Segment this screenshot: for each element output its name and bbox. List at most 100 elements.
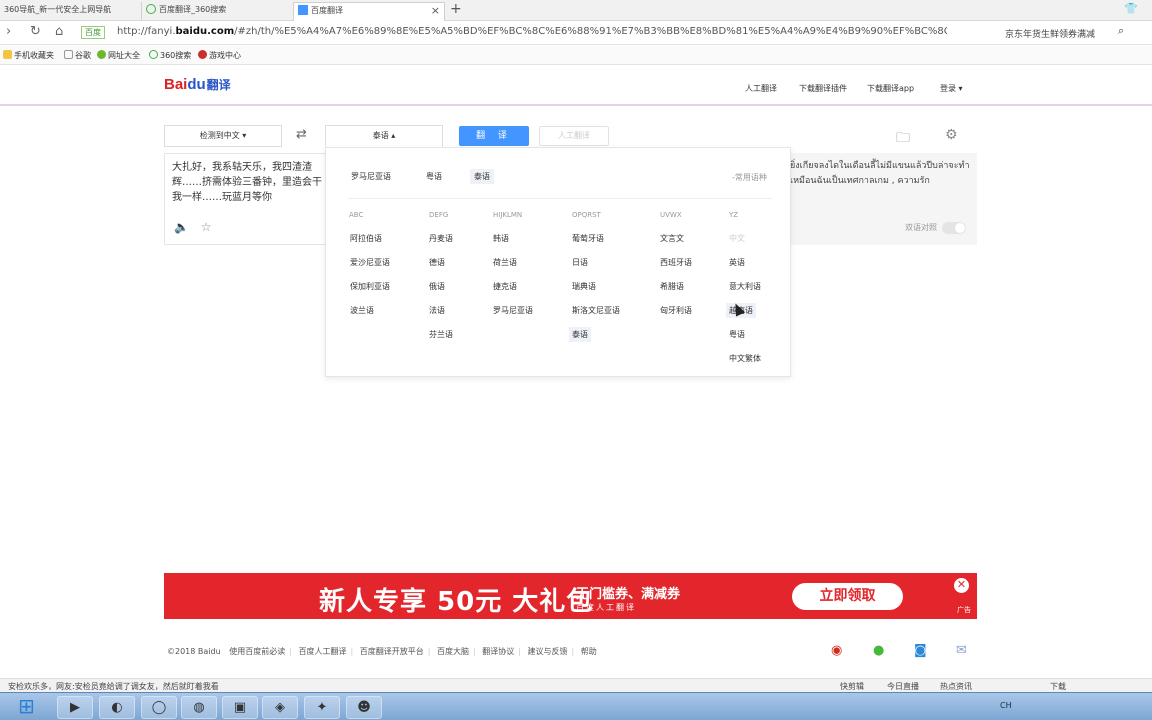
search-icon[interactable]: ⌕ xyxy=(1118,24,1124,38)
lang-bulgarian[interactable]: 保加利亚语 xyxy=(347,279,393,294)
lang-chinese: 中文 xyxy=(729,234,745,243)
app-icon[interactable]: ▣ xyxy=(222,696,258,719)
app-icon[interactable]: ◈ xyxy=(262,696,298,719)
refresh-icon[interactable]: ↻ xyxy=(30,24,41,39)
lang-cantonese[interactable]: 粤语 xyxy=(726,327,748,342)
close-banner-icon[interactable]: ✕ xyxy=(954,578,969,593)
forward-icon[interactable]: › xyxy=(6,24,11,39)
bookmark-360-search[interactable]: 360搜索 xyxy=(149,50,191,61)
settings-gear-icon[interactable]: ⚙ xyxy=(945,127,958,143)
bookmark-google[interactable]: 谷歌 xyxy=(64,50,91,61)
url-domain: baidu.com xyxy=(175,26,235,37)
tab-label: 360导航_新一代安全上网导航 xyxy=(4,5,112,14)
claim-button[interactable]: 立即领取 xyxy=(792,583,903,610)
swap-languages-icon[interactable]: ⇄ xyxy=(296,127,307,142)
lang-arabic[interactable]: 阿拉伯语 xyxy=(347,231,385,246)
lang-czech[interactable]: 捷克语 xyxy=(490,279,520,294)
app-icon[interactable]: ✦ xyxy=(304,696,340,719)
new-tab-button[interactable]: + xyxy=(450,1,462,17)
promo-banner[interactable]: 新人专享 50元 大礼包 无门槛券、满减券 百度人工翻译 立即领取 ✕ 广告 xyxy=(164,573,977,619)
source-text-input[interactable]: 大扎好，我系轱天乐，我四渣渣辉……挤需体验三番钟，里造会干我一样……玩蓝月等你 … xyxy=(164,153,334,245)
footer-link[interactable]: 使用百度前必读 xyxy=(229,647,285,656)
footer-link[interactable]: 百度人工翻译 xyxy=(298,647,346,656)
download-app-link[interactable]: 下载翻译app xyxy=(867,83,914,94)
favorites-folder-icon[interactable]: 🗀 xyxy=(896,127,910,151)
lang-slovenian[interactable]: 斯洛文尼亚语 xyxy=(569,303,623,318)
address-promo[interactable]: 京东年货生鲜领券满减 xyxy=(1005,27,1095,40)
lang-danish[interactable]: 丹麦语 xyxy=(426,231,456,246)
lang-english[interactable]: 英语 xyxy=(726,255,748,270)
lang-hungarian[interactable]: 匈牙利语 xyxy=(657,303,695,318)
app-icon[interactable]: ☻ xyxy=(346,696,382,719)
logo-du: du xyxy=(187,76,206,93)
status-live[interactable]: 今日直播 xyxy=(887,681,919,692)
tab-baidu-fanyi[interactable]: 百度翻译 × xyxy=(293,2,445,21)
source-language-select[interactable]: 检测到中文 ▾ xyxy=(164,125,282,147)
footer-link[interactable]: 翻译协议 xyxy=(482,647,514,656)
bookmark-label: 网址大全 xyxy=(108,51,140,60)
target-language-select[interactable]: 泰语 ▴ xyxy=(325,125,443,147)
footer-link[interactable]: 建议与反馈 xyxy=(527,647,567,656)
lang-greek[interactable]: 希腊语 xyxy=(657,279,687,294)
wechat-icon[interactable]: ● xyxy=(873,643,884,658)
chrome-icon[interactable]: ◍ xyxy=(181,696,217,719)
media-player-icon[interactable]: ▶ xyxy=(57,696,93,719)
weibo-icon[interactable]: ◉ xyxy=(831,643,842,658)
human-translation-link[interactable]: 人工翻译 xyxy=(745,83,777,94)
tshirt-skin-icon[interactable]: 👕 xyxy=(1124,2,1138,15)
360-browser-icon[interactable]: ◯ xyxy=(141,696,177,719)
baidu-fanyi-logo[interactable]: Baidu翻译 xyxy=(164,76,231,93)
lang-swedish[interactable]: 瑞典语 xyxy=(569,279,599,294)
tab-360-nav[interactable]: 360导航_新一代安全上网导航 xyxy=(0,2,140,21)
human-translation-button[interactable]: 人工翻译 xyxy=(539,126,609,146)
recent-lang-romanian[interactable]: 罗马尼亚语 xyxy=(347,169,395,184)
footer-link[interactable]: 百度大脑 xyxy=(437,647,469,656)
bookmark-game-center[interactable]: 游戏中心 xyxy=(198,50,241,61)
download-plugin-link[interactable]: 下载翻译插件 xyxy=(799,83,847,94)
speaker-icon[interactable]: 🔈 xyxy=(174,220,189,234)
lang-portuguese[interactable]: 葡萄牙语 xyxy=(569,231,607,246)
folder-icon xyxy=(3,50,12,59)
mail-icon[interactable]: ✉ xyxy=(956,643,967,658)
bilingual-toggle[interactable] xyxy=(942,222,966,234)
lang-korean[interactable]: 韩语 xyxy=(490,231,512,246)
windows-taskbar: ⊞ ▶ ◐ ◯ ◍ ▣ ◈ ✦ ☻ CH xyxy=(0,692,1152,720)
status-news[interactable]: 安检欢乐多，网友:安检员竟给调了调女友，然后就盯着我看 xyxy=(8,681,219,692)
bookmark-site-list[interactable]: 网址大全 xyxy=(97,50,140,61)
input-language[interactable]: CH xyxy=(1000,701,1012,710)
footer-link[interactable]: 帮助 xyxy=(581,647,597,656)
app-icon[interactable]: ◐ xyxy=(99,696,135,719)
lang-finnish[interactable]: 芬兰语 xyxy=(426,327,456,342)
url-field[interactable]: http://fanyi.baidu.com/#zh/th/%E5%A4%A7%… xyxy=(117,26,947,37)
dropdown-divider xyxy=(348,198,772,199)
lang-spanish[interactable]: 西班牙语 xyxy=(657,255,695,270)
lang-japanese[interactable]: 日语 xyxy=(569,255,591,270)
lang-french[interactable]: 法语 xyxy=(426,303,448,318)
lang-classical-chinese[interactable]: 文言文 xyxy=(657,231,687,246)
recent-lang-thai[interactable]: 泰语 xyxy=(470,169,494,184)
status-download[interactable]: 下载 xyxy=(1050,681,1066,692)
footer-link[interactable]: 百度翻译开放平台 xyxy=(360,647,424,656)
lang-dutch[interactable]: 荷兰语 xyxy=(490,255,520,270)
bookmark-label: 谷歌 xyxy=(75,51,91,60)
lang-thai[interactable]: 泰语 xyxy=(569,327,591,342)
baidu-app-icon[interactable]: ◙ xyxy=(914,643,927,658)
lang-estonian[interactable]: 爱沙尼亚语 xyxy=(347,255,393,270)
star-icon[interactable]: ☆ xyxy=(201,220,212,234)
lang-romanian[interactable]: 罗马尼亚语 xyxy=(490,303,536,318)
status-hot-news[interactable]: 热点资讯 xyxy=(940,681,972,692)
recent-lang-cantonese[interactable]: 粤语 xyxy=(422,169,446,184)
lang-russian[interactable]: 俄语 xyxy=(426,279,448,294)
home-icon[interactable]: ⌂ xyxy=(55,24,63,39)
lang-traditional-chinese[interactable]: 中文繁体 xyxy=(726,351,764,366)
start-orb-icon[interactable]: ⊞ xyxy=(18,694,35,718)
translate-button[interactable]: 翻 译 xyxy=(459,126,529,146)
close-tab-icon[interactable]: × xyxy=(431,3,440,19)
login-link[interactable]: 登录 ▾ xyxy=(940,83,963,94)
lang-polish[interactable]: 波兰语 xyxy=(347,303,377,318)
lang-german[interactable]: 德语 xyxy=(426,255,448,270)
status-quick-clip[interactable]: 快剪辑 xyxy=(840,681,864,692)
lang-italian[interactable]: 意大利语 xyxy=(726,279,764,294)
tab-baidu-search[interactable]: 百度翻译_360搜索 xyxy=(141,2,291,21)
bookmark-mobile[interactable]: 手机收藏夹 xyxy=(3,50,54,61)
